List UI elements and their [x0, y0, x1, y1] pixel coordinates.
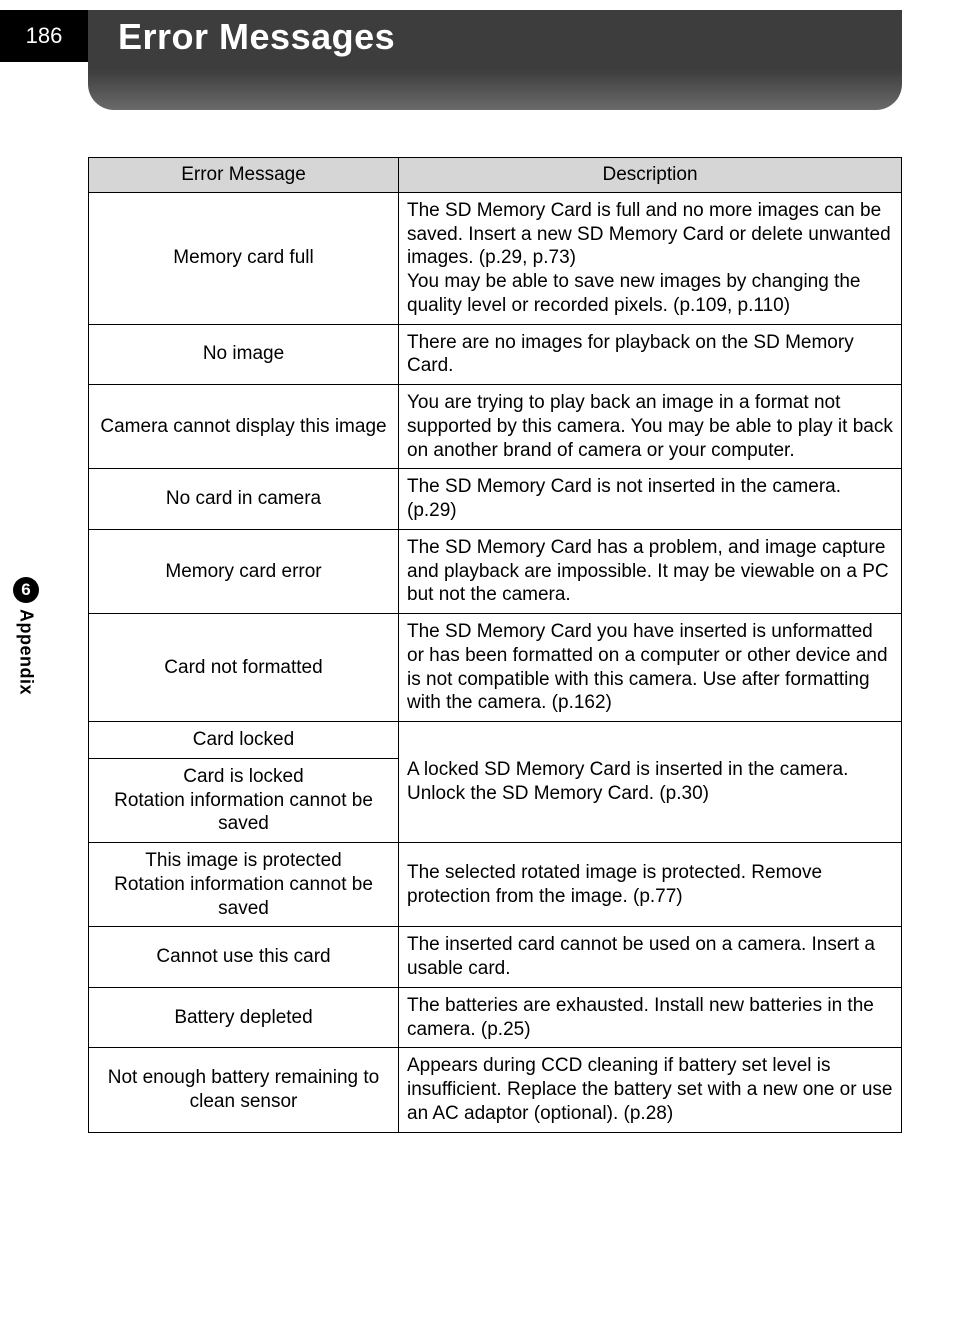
description-cell: The batteries are exhausted. Install new… — [399, 987, 902, 1048]
error-message-cell: No card in camera — [89, 469, 399, 530]
title-bar: Error Messages — [88, 10, 902, 110]
error-message-cell: Memory card error — [89, 529, 399, 613]
description-cell: The SD Memory Card is not inserted in th… — [399, 469, 902, 530]
error-message-cell: Camera cannot display this image — [89, 385, 399, 469]
error-message-cell: Not enough battery remaining to clean se… — [89, 1048, 399, 1132]
description-cell: There are no images for playback on the … — [399, 324, 902, 385]
section-number-circle: 6 — [13, 577, 39, 603]
side-section-tab: 6 Appendix — [13, 577, 39, 695]
error-message-cell: Card not formatted — [89, 614, 399, 722]
table-row: No card in camera The SD Memory Card is … — [89, 469, 902, 530]
table-row: This image is protectedRotation informat… — [89, 843, 902, 927]
description-cell: The SD Memory Card you have inserted is … — [399, 614, 902, 722]
description-cell: The SD Memory Card is full and no more i… — [399, 192, 902, 324]
error-message-cell: Cannot use this card — [89, 927, 399, 988]
error-message-cell: Battery depleted — [89, 987, 399, 1048]
header-description: Description — [399, 158, 902, 193]
error-message-cell: Card locked — [89, 722, 399, 759]
table-header-row: Error Message Description — [89, 158, 902, 193]
table-row: Cannot use this card The inserted card c… — [89, 927, 902, 988]
description-cell: The inserted card cannot be used on a ca… — [399, 927, 902, 988]
section-number: 6 — [21, 580, 30, 600]
table-row: Card not formatted The SD Memory Card yo… — [89, 614, 902, 722]
table-row: Memory card full The SD Memory Card is f… — [89, 192, 902, 324]
header-error-message: Error Message — [89, 158, 399, 193]
error-messages-table: Error Message Description Memory card fu… — [88, 157, 902, 1133]
error-message-cell: This image is protectedRotation informat… — [89, 843, 399, 927]
section-label: Appendix — [16, 609, 37, 695]
description-cell: A locked SD Memory Card is inserted in t… — [399, 722, 902, 843]
table-row: Camera cannot display this image You are… — [89, 385, 902, 469]
table-row: Battery depleted The batteries are exhau… — [89, 987, 902, 1048]
page-title: Error Messages — [118, 16, 395, 58]
page-number-tab: 186 — [0, 10, 88, 62]
page-number: 186 — [26, 23, 63, 49]
table-row: Memory card error The SD Memory Card has… — [89, 529, 902, 613]
description-cell: The SD Memory Card has a problem, and im… — [399, 529, 902, 613]
description-cell: The selected rotated image is protected.… — [399, 843, 902, 927]
table-row: Not enough battery remaining to clean se… — [89, 1048, 902, 1132]
error-message-cell: Card is lockedRotation information canno… — [89, 758, 399, 842]
error-message-cell: Memory card full — [89, 192, 399, 324]
error-message-cell: No image — [89, 324, 399, 385]
description-cell: You are trying to play back an image in … — [399, 385, 902, 469]
table-row: Card locked A locked SD Memory Card is i… — [89, 722, 902, 759]
content-area: Error Message Description Memory card fu… — [88, 157, 902, 1133]
description-cell: Appears during CCD cleaning if battery s… — [399, 1048, 902, 1132]
table-row: No image There are no images for playbac… — [89, 324, 902, 385]
